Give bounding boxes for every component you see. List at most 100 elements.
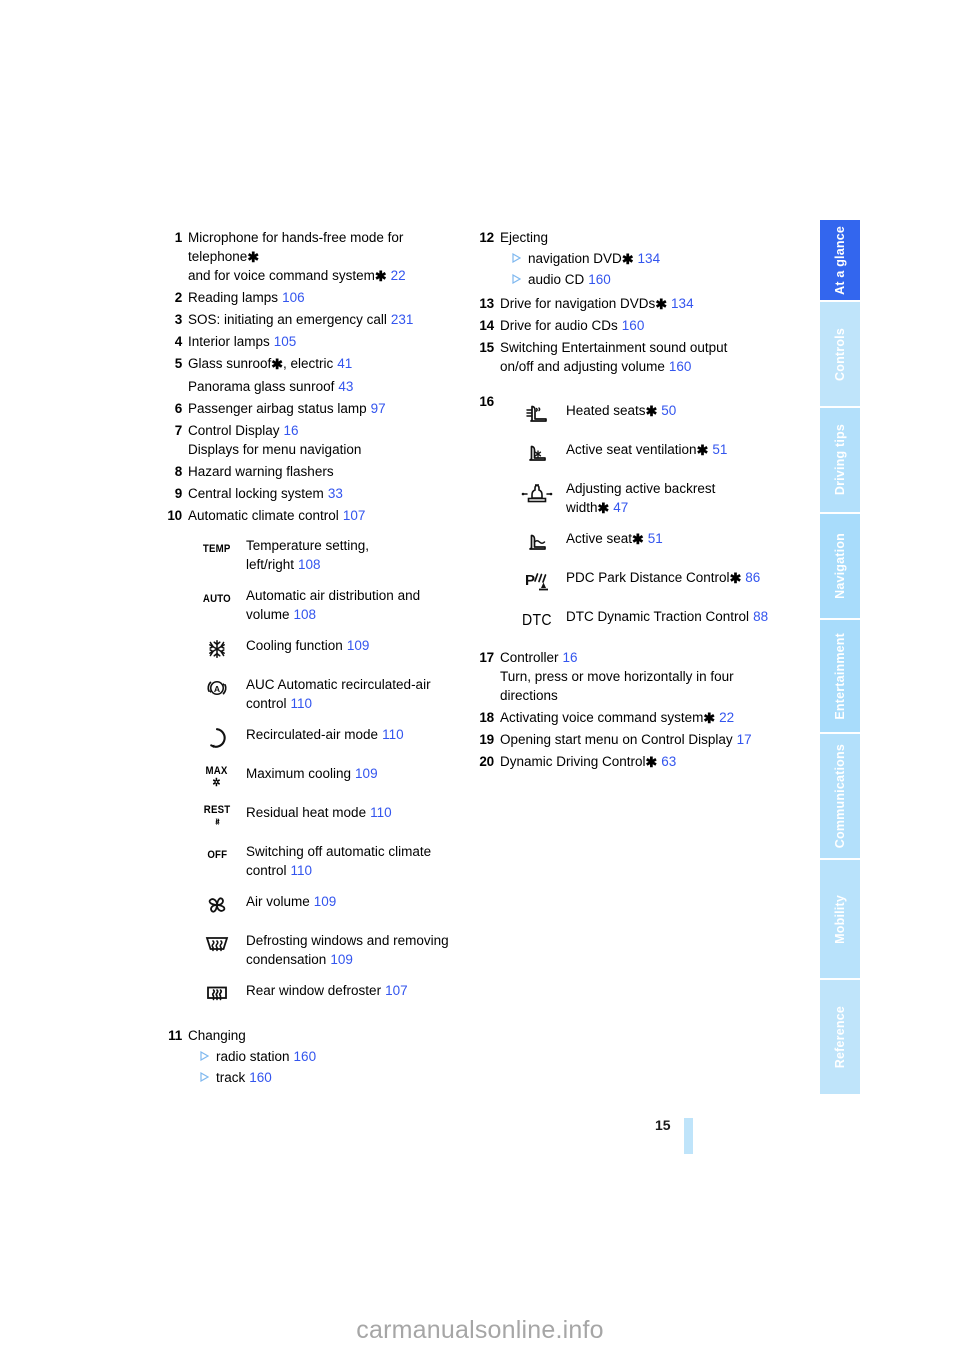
- page-reference[interactable]: 51: [712, 442, 727, 457]
- list-item: 3 SOS: initiating an emergency call 231: [166, 310, 456, 329]
- item-body: Glass sunroof✱, electric 41 Panorama glas…: [188, 354, 456, 396]
- page-reference[interactable]: 160: [588, 272, 611, 287]
- page-reference[interactable]: 231: [391, 312, 414, 327]
- item-label: Central locking system: [188, 486, 324, 501]
- page-reference[interactable]: 110: [291, 863, 313, 878]
- windshield-defroster-icon: [188, 929, 246, 959]
- tab-at-a-glance[interactable]: At a glance: [820, 220, 860, 300]
- page-reference[interactable]: 108: [294, 607, 317, 622]
- item-text-line: Turn, press or move horizontally in four: [500, 669, 734, 684]
- page-reference[interactable]: 41: [337, 356, 352, 371]
- tab-label: Communications: [833, 743, 847, 849]
- item-body: Changing radio station 160 track 160: [188, 1026, 456, 1087]
- rear-window-defroster-icon: [188, 979, 246, 1009]
- item-number: 14: [479, 318, 494, 333]
- item-body: AUC Automatic recirculated-air control 11…: [246, 672, 456, 713]
- list-item: Defrosting windows and removing condensa…: [188, 928, 456, 969]
- tab-communications[interactable]: Communications: [820, 734, 860, 858]
- page-reference[interactable]: 63: [661, 754, 676, 769]
- page-reference[interactable]: 86: [745, 570, 760, 585]
- page-reference[interactable]: 160: [294, 1049, 317, 1064]
- page-reference[interactable]: 134: [638, 251, 661, 266]
- page-reference[interactable]: 160: [249, 1070, 272, 1085]
- list-item: Adjusting active backrest width✱ 47: [508, 476, 798, 517]
- list-item: 14 Drive for audio CDs 160: [478, 316, 798, 335]
- item-label: Changing: [188, 1028, 246, 1043]
- list-item: AUTO Automatic air distribution and volu…: [188, 583, 456, 624]
- page-reference[interactable]: 50: [661, 403, 676, 418]
- rest-label: REST: [203, 803, 231, 816]
- list-item: OFF Switching off automatic climate cont…: [188, 839, 456, 880]
- item-text-line: control 110: [246, 696, 313, 711]
- page-reference[interactable]: 110: [291, 696, 313, 711]
- page-reference[interactable]: 108: [298, 557, 321, 572]
- list-item: navigation DVD✱ 134: [512, 249, 798, 268]
- item-body: Maximum cooling 109: [246, 761, 456, 783]
- page-reference[interactable]: 160: [622, 318, 645, 333]
- list-item: 2 Reading lamps 106: [166, 288, 456, 307]
- item-label: Heated seats✱: [566, 403, 658, 419]
- list-item: MAX ✲ Maximum cooling 109: [188, 761, 456, 791]
- page-reference[interactable]: 22: [719, 710, 734, 725]
- item-body: Switching Entertainment sound output on/…: [500, 338, 798, 376]
- list-item: 7 Control Display 16 Displays for menu na…: [166, 421, 456, 459]
- page-reference[interactable]: 105: [274, 334, 297, 349]
- item-text-line: condensation 109: [246, 952, 353, 967]
- page-reference[interactable]: 33: [328, 486, 343, 501]
- pdc-icon: P: [508, 566, 566, 596]
- page-reference[interactable]: 22: [391, 268, 406, 283]
- page-reference[interactable]: 110: [382, 727, 404, 742]
- item-number: 13: [479, 296, 494, 311]
- page-reference[interactable]: 16: [563, 650, 578, 665]
- page-reference[interactable]: 16: [284, 423, 299, 438]
- page-reference[interactable]: 160: [669, 359, 692, 374]
- item-number: 11: [168, 1028, 182, 1043]
- item-body: Automatic climate control 107: [188, 506, 456, 525]
- tab-navigation[interactable]: Navigation: [820, 514, 860, 618]
- page-reference[interactable]: 107: [343, 508, 366, 523]
- page-reference[interactable]: 43: [338, 379, 353, 394]
- item-text-line: Adjusting active backrest: [566, 481, 716, 496]
- page-reference[interactable]: 88: [753, 609, 768, 624]
- site-watermark: carmanualsonline.info: [356, 1316, 604, 1344]
- manual-page: 1 Microphone for hands-free mode for tel…: [0, 0, 960, 1358]
- item-label: Automatic climate control: [188, 508, 339, 523]
- list-item: 13 Drive for navigation DVDs✱ 134: [478, 294, 798, 313]
- item-body: Rear window defroster 107: [246, 978, 456, 1000]
- item-number: 10: [167, 508, 182, 523]
- tab-entertainment[interactable]: Entertainment: [820, 620, 860, 732]
- item-label: Drive for audio CDs: [500, 318, 618, 333]
- page-reference[interactable]: 110: [370, 805, 392, 820]
- item-label: Active seat ventilation✱: [566, 442, 709, 458]
- list-item: Active seat ventilation✱ 51: [508, 437, 798, 467]
- page-reference[interactable]: 17: [737, 732, 752, 747]
- page-reference[interactable]: 134: [671, 296, 694, 311]
- list-item: Rear window defroster 107: [188, 978, 456, 1008]
- page-reference[interactable]: 109: [347, 638, 370, 653]
- list-item: 17 Controller 16 Turn, press or move hori…: [478, 648, 798, 705]
- page-reference[interactable]: 109: [355, 766, 378, 781]
- item-label: Activating voice command system✱: [500, 710, 716, 726]
- tab-driving-tips[interactable]: Driving tips: [820, 408, 860, 512]
- seat-icon-list: Heated seats✱ 50 Active seat ventilation…: [508, 398, 798, 634]
- page-reference[interactable]: 51: [648, 531, 663, 546]
- item-text-line: width✱ 47: [566, 500, 629, 516]
- page-reference[interactable]: 97: [371, 401, 386, 416]
- tab-reference[interactable]: Reference: [820, 980, 860, 1094]
- page-reference[interactable]: 109: [330, 952, 353, 967]
- page-reference[interactable]: 107: [385, 983, 408, 998]
- item-text-line: directions: [500, 688, 558, 703]
- tab-controls[interactable]: Controls: [820, 302, 860, 406]
- page-reference[interactable]: 109: [314, 894, 337, 909]
- left-content-column: 1 Microphone for hands-free mode for tel…: [166, 228, 456, 1090]
- item-number: 15: [479, 340, 494, 355]
- tab-mobility[interactable]: Mobility: [820, 860, 860, 978]
- list-item: A AUC Automatic recirculated-air control…: [188, 672, 456, 713]
- item-text-line: on/off and adjusting volume 160: [500, 359, 692, 374]
- item-text-line: Microphone for hands-free mode for: [188, 230, 404, 245]
- item-body: Dynamic Driving Control✱ 63: [500, 752, 798, 771]
- list-item: 18 Activating voice command system✱ 22: [478, 708, 798, 727]
- page-reference[interactable]: 106: [282, 290, 305, 305]
- list-item: Recirculated-air mode 110: [188, 722, 456, 752]
- page-reference[interactable]: 47: [613, 500, 628, 515]
